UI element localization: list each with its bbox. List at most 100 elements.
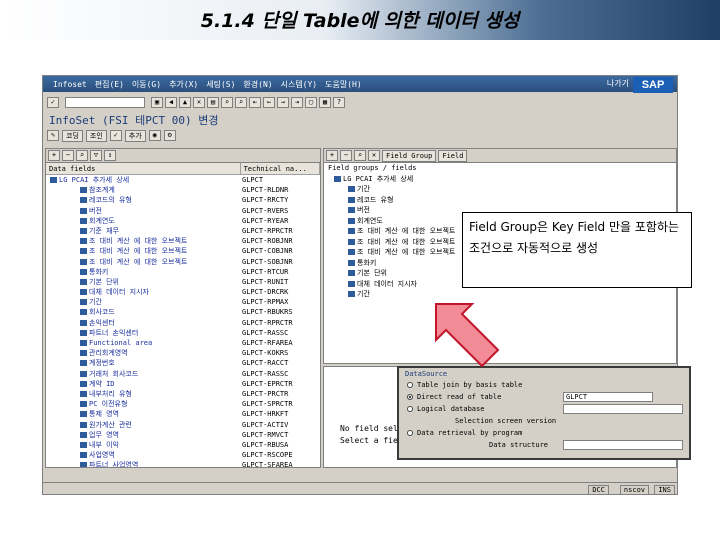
tree-row[interactable]: 계약 ID GLPCT-EPRCTR xyxy=(46,379,320,389)
field-group-button[interactable]: Field Group xyxy=(382,150,437,162)
tree-row[interactable]: 업무 영역 GLPCT-RMVCT xyxy=(46,430,320,440)
tree-row[interactable]: LG PCAI 추가세 상세 GLPCT xyxy=(46,175,320,185)
tree-row[interactable]: 조 대비 계산 에 대한 오브젝트 GLPCT-SOBJNR xyxy=(46,257,320,267)
radio-icon[interactable] xyxy=(407,406,413,412)
field-group-row[interactable]: LG PCAI 추가세 상세 xyxy=(324,174,676,185)
data-structure-input[interactable] xyxy=(563,440,683,450)
field-group-row[interactable]: 레코드 유형 xyxy=(324,195,676,206)
option-table-join[interactable]: Table join by basis table xyxy=(407,380,522,390)
sap-logo: SAP xyxy=(633,77,673,93)
tree-row[interactable]: 손익센터 GLPCT-RPRCTR xyxy=(46,318,320,328)
tree-row[interactable]: 회계연도 GLPCT-RYEAR xyxy=(46,216,320,226)
tree-row[interactable]: 기본 단위 GLPCT-RUNIT xyxy=(46,277,320,287)
radio-selected-icon[interactable] xyxy=(407,394,413,400)
display-change-icon[interactable]: ✎ xyxy=(47,130,59,141)
technical-name: GLPCT xyxy=(242,176,264,184)
delete-icon[interactable]: ✕ xyxy=(368,150,380,161)
tree-node-label: 버전 xyxy=(89,206,102,215)
last-page-icon[interactable]: ⇥ xyxy=(291,96,303,108)
field-icon xyxy=(80,309,87,316)
menu-item[interactable]: 도움말(H) xyxy=(325,79,362,90)
exit-label[interactable]: 나가기 xyxy=(607,78,629,89)
field-icon xyxy=(348,238,355,245)
field-button[interactable]: Field xyxy=(438,150,468,162)
data-fields-pane: + − ⌕ ▽ ↕ Data fields Technical na... LG… xyxy=(45,148,321,468)
filter-icon[interactable]: ▽ xyxy=(90,150,102,161)
field-icon xyxy=(80,421,87,428)
tree-row[interactable]: 내부 이익 GLPCT-RBUSA xyxy=(46,440,320,450)
shortcut-icon[interactable]: ▦ xyxy=(319,96,331,108)
tree-row[interactable]: 기준 재무 GLPCT-RPRCTR xyxy=(46,226,320,236)
field-groups-header[interactable]: Field groups / fields xyxy=(324,163,676,174)
tree-row[interactable]: 내부처리 유형 GLPCT-PRCTR xyxy=(46,389,320,399)
field-icon xyxy=(80,431,87,438)
tree-row[interactable]: 관리회계영역 GLPCT-KOKRS xyxy=(46,348,320,358)
menu-item[interactable]: 이동(G) xyxy=(132,79,161,90)
tree-row[interactable]: 조 대비 계산 에 대한 오브젝트 GLPCT-COBJNR xyxy=(46,246,320,256)
new-session-icon[interactable]: ▢ xyxy=(305,96,317,108)
tree-row[interactable]: 참조계계 GLPCT-RLDNR xyxy=(46,185,320,195)
tree-row[interactable]: 원가계산 관련 GLPCT-ACTIV xyxy=(46,420,320,430)
menu-item[interactable]: 세팅(S) xyxy=(206,79,235,90)
find-icon[interactable]: ⌕ xyxy=(76,150,88,161)
tree-row[interactable]: 버전 GLPCT-RVERS xyxy=(46,206,320,216)
add-button[interactable]: 추가 xyxy=(124,129,146,142)
tree-row[interactable]: 통화키 GLPCT-RTCUR xyxy=(46,267,320,277)
tree-row[interactable]: 계정번호 GLPCT-RACCT xyxy=(46,358,320,368)
column-technical-name[interactable]: Technical na... xyxy=(241,163,320,174)
collapse-icon[interactable]: − xyxy=(62,150,74,161)
radio-icon[interactable] xyxy=(407,382,413,388)
settings-icon[interactable]: ⚙ xyxy=(163,130,176,141)
tree-row[interactable]: 파트너 사업영역 GLPCT-SFAREA xyxy=(46,460,320,467)
tree-row[interactable]: 통제 영역 GLPCT-HRKFT xyxy=(46,409,320,419)
tree-row[interactable]: 조 대비 계산 에 대한 오브젝트 GLPCT-ROBJNR xyxy=(46,236,320,246)
field-group-row[interactable]: 기간 xyxy=(324,289,676,300)
find-icon[interactable]: ⌕ xyxy=(354,150,366,161)
prev-page-icon[interactable]: ← xyxy=(263,96,275,108)
back-icon[interactable]: ◀ xyxy=(165,96,177,108)
sort-icon[interactable]: ↕ xyxy=(104,150,116,161)
logical-database-input[interactable] xyxy=(563,404,683,414)
table-name-input[interactable]: GLPCT xyxy=(563,392,653,402)
tree-row[interactable]: 거래처 회사코드 GLPCT-RASSC xyxy=(46,369,320,379)
enter-icon[interactable]: ✓ xyxy=(47,96,59,108)
option-direct-read[interactable]: Direct read of table xyxy=(407,392,501,402)
expand-icon[interactable]: + xyxy=(326,150,338,161)
cancel-icon[interactable]: ✕ xyxy=(193,96,205,108)
option-data-retrieval[interactable]: Data retrieval by program xyxy=(407,428,522,438)
tree-row[interactable]: 파트너 손익센터 GLPCT-RASSC xyxy=(46,328,320,338)
first-page-icon[interactable]: ⇤ xyxy=(249,96,261,108)
menu-item[interactable]: 시스템(Y) xyxy=(281,79,318,90)
join-button[interactable]: 조인 xyxy=(85,129,107,142)
exit-icon[interactable]: ▲ xyxy=(179,96,191,108)
check-icon[interactable]: ✓ xyxy=(109,130,122,141)
print-icon[interactable]: ▤ xyxy=(207,96,219,108)
tree-row[interactable]: 기간 GLPCT-RPMAX xyxy=(46,297,320,307)
tree-row[interactable]: Functional area GLPCT-RFAREA xyxy=(46,338,320,348)
tree-row[interactable]: 사업영역 GLPCT-RSCOPE xyxy=(46,450,320,460)
tree-row[interactable]: 대체 데이터 지시자 GLPCT-DRCRK xyxy=(46,287,320,297)
field-group-row[interactable]: 기간 xyxy=(324,184,676,195)
column-data-fields[interactable]: Data fields xyxy=(46,163,241,174)
find-next-icon[interactable]: ⌕ xyxy=(235,96,247,108)
help-icon[interactable]: ? xyxy=(333,96,345,108)
find-icon[interactable]: ⌕ xyxy=(221,96,233,108)
save-icon[interactable]: ▣ xyxy=(151,96,163,108)
tree-row[interactable]: PC 이전유형 GLPCT-SPRCTR xyxy=(46,399,320,409)
tree-node-name: 참조계계 xyxy=(46,185,242,195)
status-bar: DCC nscov INS xyxy=(43,482,677,494)
collapse-icon[interactable]: − xyxy=(340,150,352,161)
menu-item[interactable]: 편집(E) xyxy=(95,79,124,90)
menu-item[interactable]: 추가(X) xyxy=(169,79,198,90)
coding-button[interactable]: 코딩 xyxy=(62,129,83,142)
menu-item[interactable]: 환경(N) xyxy=(243,79,272,90)
tree-row[interactable]: 레코드의 유형 GLPCT-RRCTY xyxy=(46,195,320,205)
option-logical-database[interactable]: Logical database xyxy=(407,404,484,414)
command-field[interactable] xyxy=(65,96,145,108)
menu-item[interactable]: Infoset xyxy=(53,80,87,89)
expand-icon[interactable]: + xyxy=(48,150,60,161)
radio-icon[interactable] xyxy=(407,430,413,436)
tree-row[interactable]: 회사코드 GLPCT-RBUKRS xyxy=(46,307,320,317)
next-page-icon[interactable]: → xyxy=(277,96,289,108)
generate-icon[interactable]: ◉ xyxy=(148,130,161,141)
